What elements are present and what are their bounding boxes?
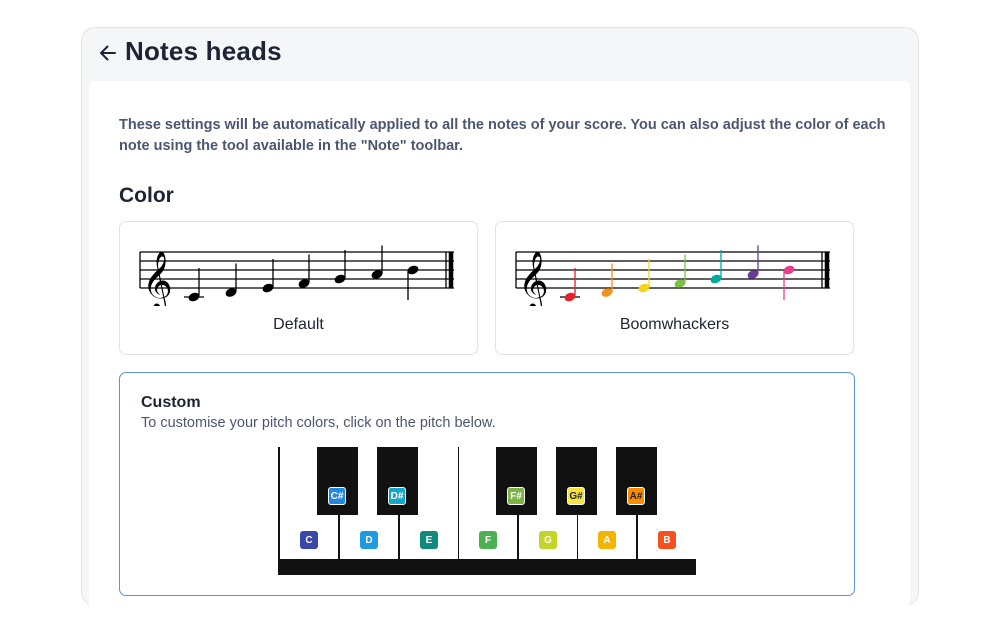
pitch-color-f[interactable]: F (479, 531, 497, 549)
color-option-label: Default (273, 316, 324, 333)
settings-content: These settings will be automatically app… (89, 81, 910, 607)
treble-clef-icon: 𝄞 (142, 251, 173, 306)
staff-boomwhackers-preview: 𝄞 (515, 245, 830, 306)
header: Notes heads (82, 28, 918, 80)
custom-subtitle: To customise your pitch colors, click on… (141, 415, 496, 431)
color-option-label: Boomwhackers (619, 316, 730, 333)
arrow-left-icon (100, 45, 116, 61)
pitch-color-f-sharp[interactable]: F# (507, 487, 525, 505)
color-section-title: Color (119, 184, 174, 207)
black-key-d-sharp[interactable]: D# (377, 447, 418, 515)
pitch-color-d[interactable]: D (360, 531, 378, 549)
pitch-color-g-sharp[interactable]: G# (567, 487, 585, 505)
pitch-color-d-sharp[interactable]: D# (388, 487, 406, 505)
custom-color-option[interactable]: Custom To customise your pitch colors, c… (119, 372, 855, 596)
black-key-c-sharp[interactable]: C# (317, 447, 358, 515)
page-title: Notes heads (125, 36, 282, 66)
piano-keyboard: C D E F G A B C# D# F# G# A# (278, 447, 696, 575)
treble-clef-icon: 𝄞 (518, 251, 549, 306)
custom-title: Custom (141, 394, 201, 411)
color-option-default[interactable]: 𝄞 Default (119, 221, 478, 355)
pitch-color-b[interactable]: B (658, 531, 676, 549)
black-key-g-sharp[interactable]: G# (556, 447, 597, 515)
staff-default-preview: 𝄞 (139, 245, 454, 306)
black-key-a-sharp[interactable]: A# (616, 447, 657, 515)
pitch-color-g[interactable]: G (539, 531, 557, 549)
pitch-color-a-sharp[interactable]: A# (627, 487, 645, 505)
black-key-f-sharp[interactable]: F# (496, 447, 537, 515)
color-option-boomwhackers[interactable]: 𝄞 Boomwhackers (495, 221, 854, 355)
pitch-color-e[interactable]: E (420, 531, 438, 549)
pitch-color-a[interactable]: A (598, 531, 616, 549)
pitch-color-c[interactable]: C (300, 531, 318, 549)
settings-description: These settings will be automatically app… (119, 117, 886, 154)
notes-heads-panel: Notes heads These settings will be autom… (81, 27, 919, 607)
pitch-color-c-sharp[interactable]: C# (328, 487, 346, 505)
back-button[interactable] (90, 38, 126, 68)
